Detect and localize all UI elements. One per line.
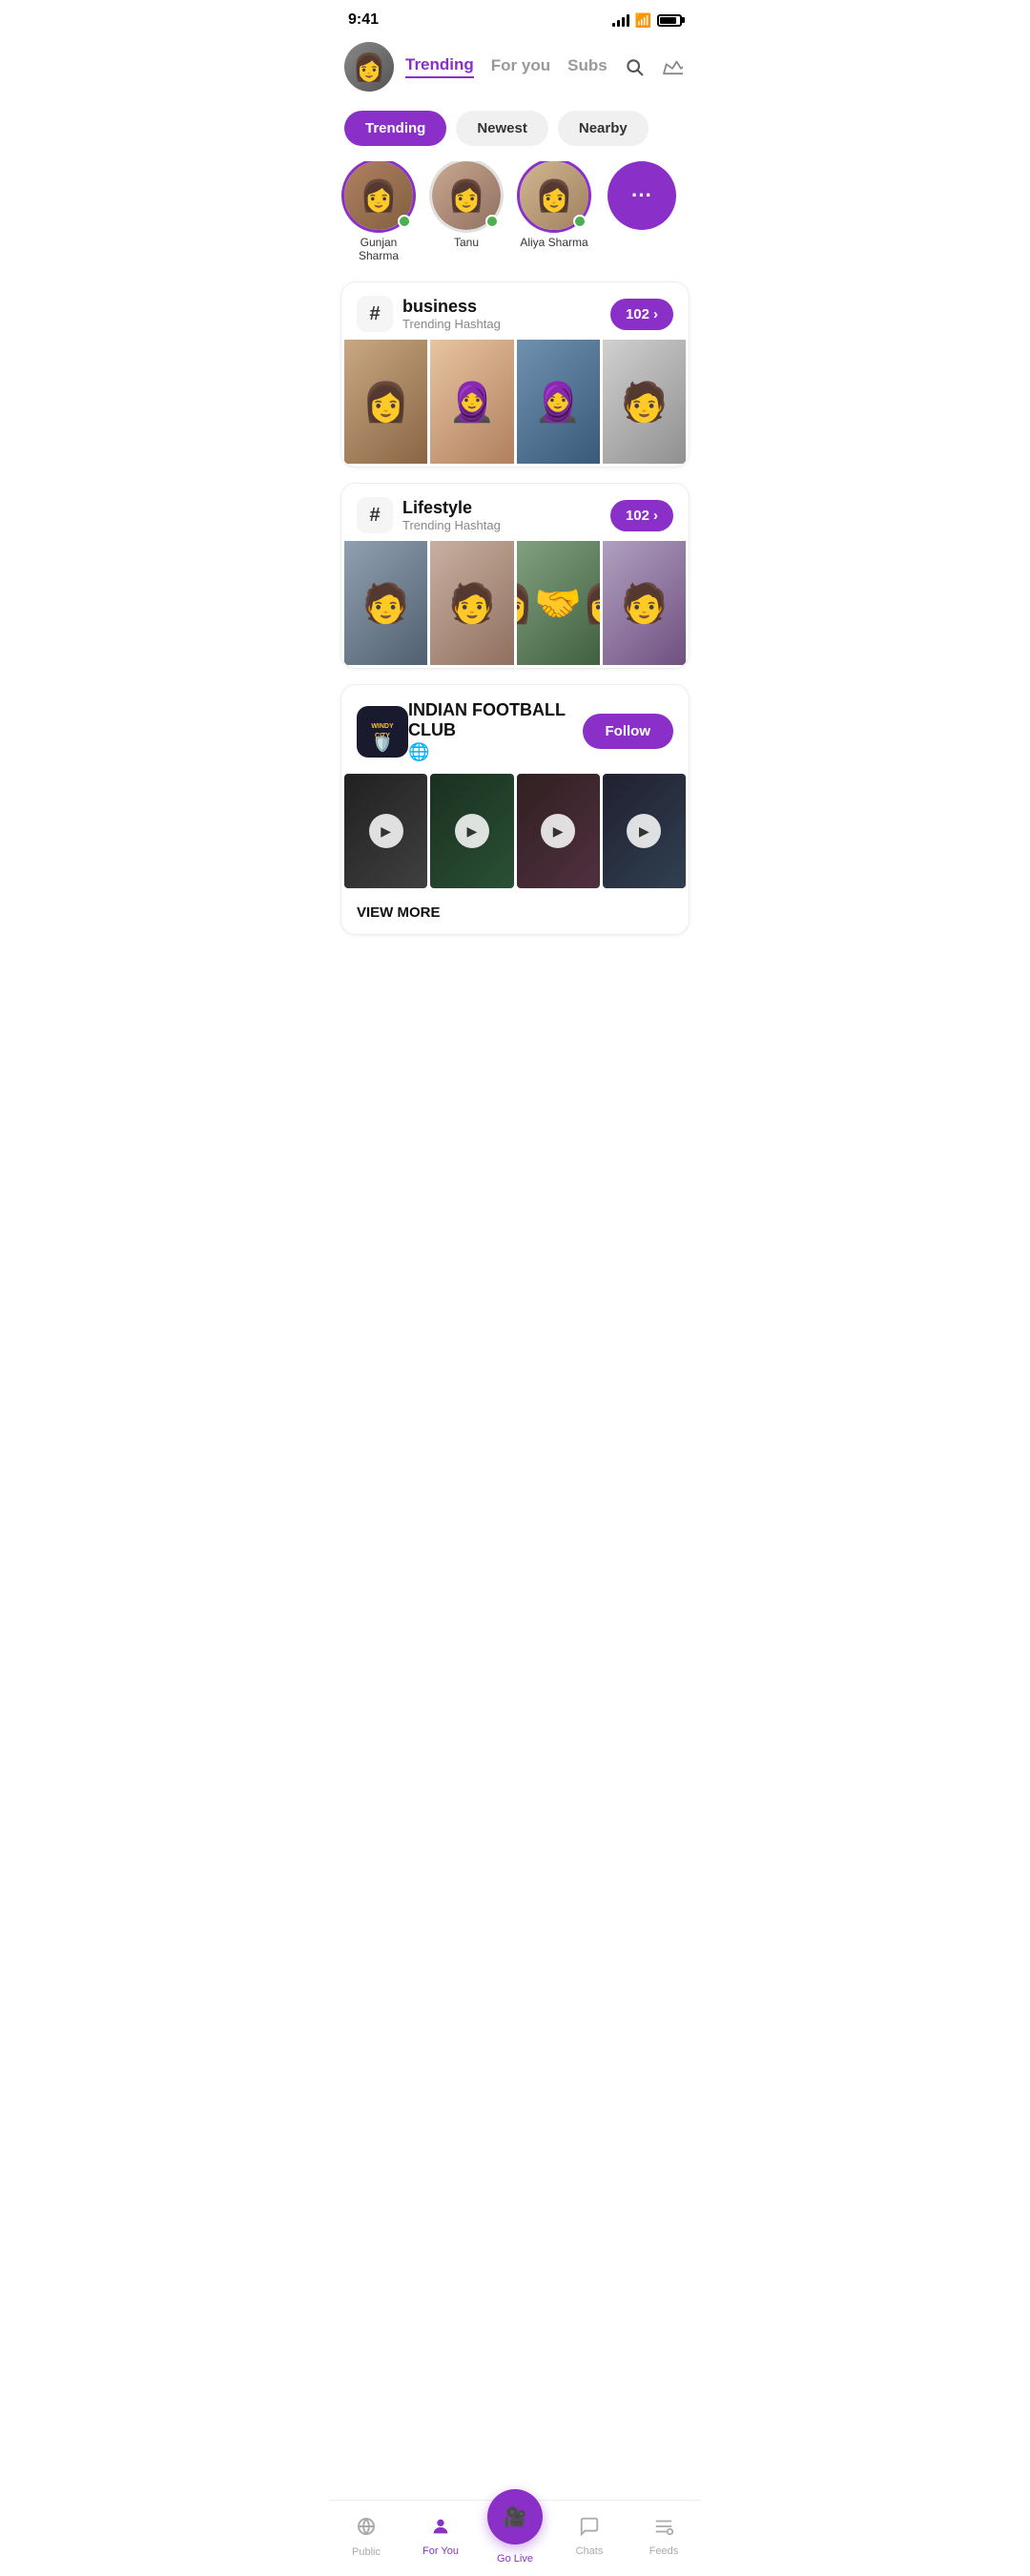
avatar[interactable]: 👩 bbox=[344, 42, 394, 92]
chats-icon bbox=[579, 2516, 600, 2543]
nav-public[interactable]: Public bbox=[329, 2515, 403, 2558]
story-gunjan[interactable]: 👩 Gunjan Sharma bbox=[344, 161, 413, 262]
nav-label-chats: Chats bbox=[576, 2545, 604, 2557]
hashtag-sub-lifestyle: Trending Hashtag bbox=[402, 518, 610, 532]
view-more-button[interactable]: VIEW MORE bbox=[341, 891, 689, 934]
club-video-4[interactable]: ▶ bbox=[603, 774, 686, 888]
header-icons bbox=[621, 53, 686, 80]
status-icons: 📶 bbox=[612, 12, 682, 29]
search-button[interactable] bbox=[621, 53, 648, 80]
hashtag-img-l3[interactable]: 👩‍🤝‍👩 bbox=[517, 541, 600, 665]
club-header: WINDY city 🛡️ INDIAN FOOTBALL CLUB 🌐 Fol… bbox=[341, 685, 689, 774]
foryou-icon bbox=[430, 2516, 451, 2543]
story-name-tanu: Tanu bbox=[454, 236, 479, 249]
globe-icon: 🌐 bbox=[408, 742, 583, 762]
play-icon-2: ▶ bbox=[455, 814, 489, 848]
filter-nearby[interactable]: Nearby bbox=[558, 111, 649, 146]
hashtag-img-l1[interactable]: 🧑 bbox=[344, 541, 427, 665]
online-dot-tanu bbox=[485, 215, 499, 228]
battery-icon bbox=[657, 14, 682, 27]
signal-icon bbox=[612, 13, 629, 27]
crown-button[interactable] bbox=[659, 53, 686, 80]
club-info: INDIAN FOOTBALL CLUB 🌐 bbox=[408, 700, 583, 762]
hashtag-images-business: 👩 🧕 🧕 🧑 bbox=[341, 340, 689, 467]
status-bar: 9:41 📶 bbox=[329, 0, 701, 34]
play-icon-4: ▶ bbox=[627, 814, 661, 848]
story-avatar-aliya: 👩 bbox=[520, 161, 588, 230]
camera-icon: 🎥 bbox=[504, 2505, 527, 2529]
hashtag-img-3[interactable]: 🧕 bbox=[517, 340, 600, 464]
public-icon bbox=[355, 2515, 378, 2544]
hashtag-img-l2[interactable]: 🧑 bbox=[430, 541, 513, 665]
hashtag-info-lifestyle: Lifestyle Trending Hashtag bbox=[402, 498, 610, 532]
header: 👩 Trending For you Subs bbox=[329, 34, 701, 103]
shield-icon: 🛡️ bbox=[373, 735, 392, 754]
club-name: INDIAN FOOTBALL CLUB bbox=[408, 700, 583, 740]
hashtag-count-lifestyle[interactable]: 102 › bbox=[610, 500, 673, 531]
hashtag-info-business: business Trending Hashtag bbox=[402, 297, 610, 331]
hash-icon-business: # bbox=[357, 296, 393, 332]
hashtag-name-business: business bbox=[402, 297, 610, 317]
hashtag-img-l4[interactable]: 🧑 bbox=[603, 541, 686, 665]
nav-label-golive: Go Live bbox=[497, 2553, 533, 2565]
nav-foryou[interactable]: For You bbox=[403, 2516, 478, 2557]
story-avatar-gunjan: 👩 bbox=[344, 161, 413, 230]
story-name-aliya: Aliya Sharma bbox=[520, 236, 587, 249]
play-icon-3: ▶ bbox=[541, 814, 575, 848]
hashtag-images-lifestyle: 🧑 🧑 👩‍🤝‍👩 🧑 bbox=[341, 541, 689, 668]
wifi-icon: 📶 bbox=[635, 12, 651, 29]
more-icon: ··· bbox=[608, 161, 676, 230]
hashtag-header-lifestyle: # Lifestyle Trending Hashtag 102 › bbox=[341, 484, 689, 541]
story-more[interactable]: ··· bbox=[608, 161, 676, 262]
nav-feeds[interactable]: Feeds bbox=[627, 2516, 701, 2557]
club-videos: ▶ ▶ ▶ ▶ bbox=[341, 774, 689, 891]
nav-label-foryou: For You bbox=[422, 2545, 459, 2557]
bottom-nav: Public For You 🎥 Go Live Chats bbox=[329, 2500, 701, 2576]
story-name-more bbox=[640, 236, 643, 249]
feeds-icon bbox=[653, 2516, 674, 2543]
hashtag-img-1[interactable]: 👩 bbox=[344, 340, 427, 464]
filter-trending[interactable]: Trending bbox=[344, 111, 446, 146]
story-row: 👩 Gunjan Sharma 👩 Tanu 👩 Aliya Sharma ··… bbox=[329, 161, 701, 281]
nav-label-feeds: Feeds bbox=[649, 2545, 679, 2557]
online-dot-aliya bbox=[573, 215, 587, 228]
golive-button[interactable]: 🎥 bbox=[487, 2489, 543, 2545]
nav-tabs: Trending For you Subs bbox=[405, 55, 609, 78]
story-aliya[interactable]: 👩 Aliya Sharma bbox=[520, 161, 588, 262]
nav-golive[interactable]: 🎥 Go Live bbox=[478, 2508, 552, 2565]
nav-label-public: Public bbox=[352, 2546, 381, 2558]
club-video-1[interactable]: ▶ bbox=[344, 774, 427, 888]
hash-icon-lifestyle: # bbox=[357, 497, 393, 533]
tab-foryou[interactable]: For you bbox=[491, 56, 550, 77]
follow-button[interactable]: Follow bbox=[583, 714, 674, 749]
hashtag-sub-business: Trending Hashtag bbox=[402, 317, 610, 331]
nav-chats[interactable]: Chats bbox=[552, 2516, 627, 2557]
hashtag-img-2[interactable]: 🧕 bbox=[430, 340, 513, 464]
club-video-3[interactable]: ▶ bbox=[517, 774, 600, 888]
play-icon-1: ▶ bbox=[369, 814, 403, 848]
filter-tabs: Trending Newest Nearby bbox=[329, 103, 701, 161]
story-name-gunjan: Gunjan Sharma bbox=[344, 236, 413, 262]
hashtag-count-business[interactable]: 102 › bbox=[610, 299, 673, 330]
hashtag-name-lifestyle: Lifestyle bbox=[402, 498, 610, 518]
club-video-2[interactable]: ▶ bbox=[430, 774, 513, 888]
tab-subs[interactable]: Subs bbox=[567, 56, 608, 77]
online-dot bbox=[398, 215, 411, 228]
hashtag-card-lifestyle: # Lifestyle Trending Hashtag 102 › 🧑 🧑 👩… bbox=[340, 483, 690, 669]
club-card: WINDY city 🛡️ INDIAN FOOTBALL CLUB 🌐 Fol… bbox=[340, 684, 690, 935]
hashtag-img-4[interactable]: 🧑 bbox=[603, 340, 686, 464]
tab-trending[interactable]: Trending bbox=[405, 55, 474, 78]
story-avatar-more: ··· bbox=[608, 161, 676, 230]
story-avatar-tanu: 👩 bbox=[432, 161, 501, 230]
story-tanu[interactable]: 👩 Tanu bbox=[432, 161, 501, 262]
hashtag-header-business: # business Trending Hashtag 102 › bbox=[341, 282, 689, 340]
filter-newest[interactable]: Newest bbox=[456, 111, 548, 146]
hashtag-card-business: # business Trending Hashtag 102 › 👩 🧕 🧕 … bbox=[340, 281, 690, 467]
club-logo: WINDY city 🛡️ bbox=[357, 706, 408, 758]
status-time: 9:41 bbox=[348, 11, 379, 29]
